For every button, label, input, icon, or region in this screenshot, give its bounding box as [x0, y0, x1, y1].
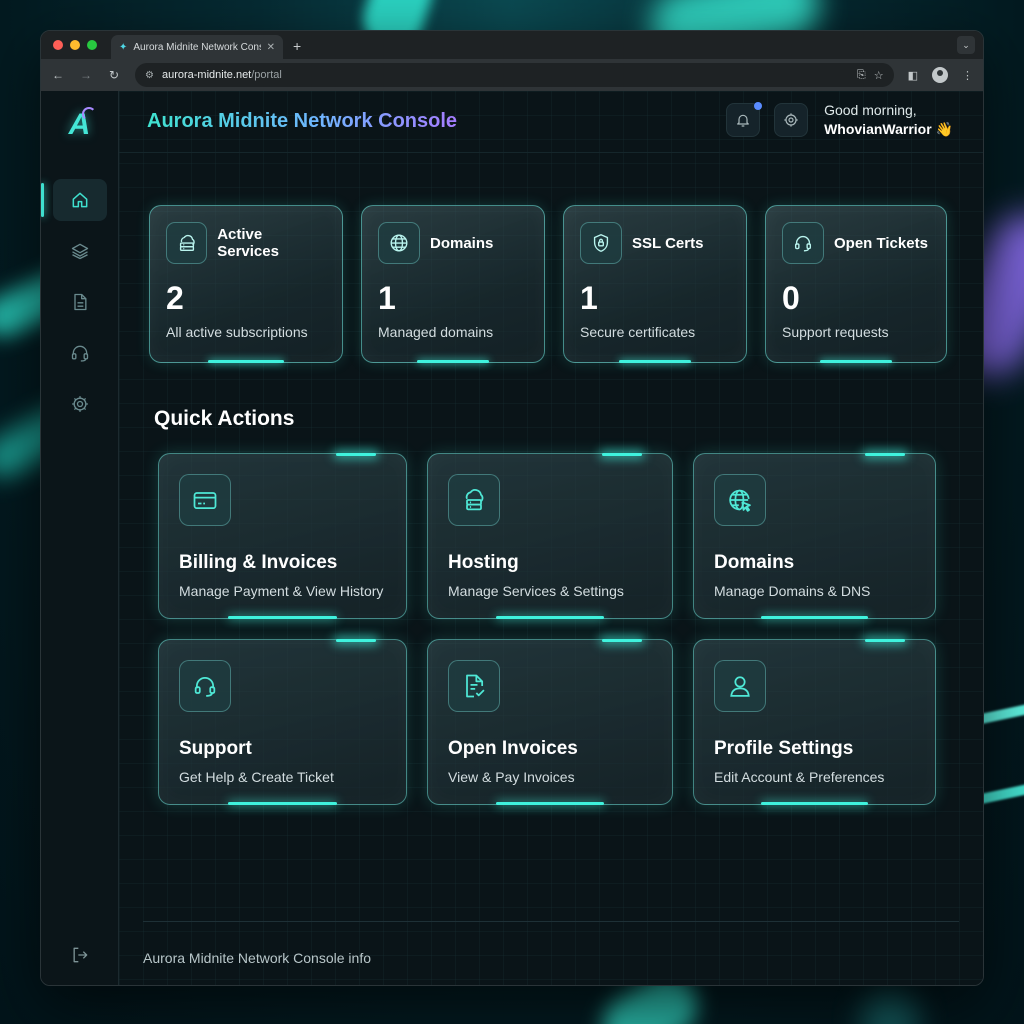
bell-icon [737, 114, 750, 127]
close-tab-icon[interactable]: ✕ [267, 42, 275, 53]
settings-button[interactable] [774, 103, 809, 137]
user-greeting: Good morning, WhovianWarrior 👋 [824, 101, 953, 139]
address-bar[interactable]: ⚙ aurora-midnite.net/portal ⎘ ☆ [135, 63, 894, 87]
app-logo-icon: A [69, 105, 97, 145]
action-subtitle: View & Pay Invoices [448, 769, 575, 785]
more-menu-icon[interactable]: ⋮ [962, 69, 973, 82]
quick-actions-grid: Billing & Invoices Manage Payment & View… [158, 453, 936, 805]
stat-card-active-services[interactable]: Active Services 2 All active subscriptio… [149, 205, 343, 363]
sidebar-item-support[interactable] [53, 332, 107, 374]
stat-label: SSL Certs [632, 234, 704, 252]
install-app-icon[interactable]: ⎘ [857, 69, 866, 82]
stat-subtitle: All active subscriptions [166, 324, 308, 340]
new-tab-icon[interactable]: + [293, 35, 301, 59]
action-card-hosting[interactable]: Hosting Manage Services & Settings [427, 453, 673, 619]
footer-divider [143, 921, 959, 922]
action-card-domains[interactable]: Domains Manage Domains & DNS [693, 453, 936, 619]
action-subtitle: Manage Domains & DNS [714, 583, 871, 599]
window-controls [53, 31, 97, 59]
app-header: Aurora Midnite Network Console Good morn… [119, 91, 983, 153]
sidebar-item-home[interactable] [41, 179, 107, 221]
close-window-button[interactable] [53, 40, 63, 50]
sidebar-item-settings[interactable] [53, 383, 107, 425]
action-title: Support [179, 738, 252, 759]
stat-label: Active Services [217, 226, 279, 260]
stat-subtitle: Support requests [782, 324, 889, 340]
minimize-window-button[interactable] [70, 40, 80, 50]
greeting-text: Good morning, [824, 102, 917, 118]
home-icon [72, 192, 87, 208]
cloud-server-icon [166, 222, 208, 264]
footer-info-link[interactable]: Aurora Midnite Network Console info [143, 950, 371, 966]
browser-window: ✦ Aurora Midnite Network Cons ✕ + ⌄ ← → … [40, 30, 984, 986]
tab-search-icon[interactable]: ⌄ [957, 36, 975, 54]
stat-value: 1 [378, 280, 396, 316]
action-subtitle: Get Help & Create Ticket [179, 769, 334, 785]
tab-bar: ✦ Aurora Midnite Network Cons ✕ + ⌄ [41, 31, 983, 59]
globe-icon [378, 222, 420, 264]
headset-icon [179, 660, 231, 712]
action-card-open-invoices[interactable]: Open Invoices View & Pay Invoices [427, 639, 673, 805]
forward-icon[interactable]: → [79, 68, 93, 82]
stat-subtitle: Secure certificates [580, 324, 696, 340]
cloud-server-icon [448, 474, 500, 526]
sidebar-item-documents[interactable] [53, 281, 107, 323]
document-icon [73, 293, 86, 311]
stat-label: Open Tickets [834, 234, 928, 252]
url-path: /portal [251, 69, 282, 81]
action-title: Billing & Invoices [179, 552, 338, 573]
main-content: Aurora Midnite Network Console Good morn… [119, 91, 983, 985]
logout-icon[interactable] [70, 945, 90, 965]
sidebar: A [41, 91, 119, 985]
stat-card-domains[interactable]: Domains 1 Managed domains [361, 205, 545, 363]
action-title: Domains [714, 552, 795, 573]
action-title: Profile Settings [714, 738, 854, 759]
url-host: aurora-midnite.net [161, 69, 252, 81]
action-subtitle: Manage Payment & View History [179, 583, 384, 599]
side-panel-icon[interactable]: ◧ [908, 69, 918, 82]
stat-value: 1 [580, 280, 598, 316]
shield-lock-icon [580, 222, 622, 264]
app-container: A Aurora Midnite Network Console Good mo… [41, 91, 983, 985]
action-subtitle: Edit Account & Preferences [714, 769, 885, 785]
gear-icon [784, 113, 798, 127]
action-card-profile-settings[interactable]: Profile Settings Edit Account & Preferen… [693, 639, 936, 805]
stat-subtitle: Managed domains [378, 324, 494, 340]
stat-label: Domains [430, 234, 494, 252]
stat-card-open-tickets[interactable]: Open Tickets 0 Support requests [765, 205, 947, 363]
notifications-button[interactable] [726, 102, 763, 137]
headset-icon [71, 345, 88, 362]
user-name: WhovianWarrior 👋 [824, 121, 953, 137]
page-title: Aurora Midnite Network Console [147, 110, 458, 132]
stat-value: 0 [782, 280, 800, 316]
favicon-icon: ✦ [119, 41, 128, 53]
stats-row: Active Services 2 All active subscriptio… [149, 205, 947, 363]
profile-avatar-icon[interactable] [932, 67, 948, 83]
tab-title: Aurora Midnite Network Cons [133, 41, 261, 53]
globe-cursor-icon [714, 474, 766, 526]
back-icon[interactable]: ← [51, 68, 65, 82]
document-check-icon [448, 660, 500, 712]
site-info-icon[interactable]: ⚙ [145, 70, 154, 81]
layers-icon [71, 243, 88, 260]
action-subtitle: Manage Services & Settings [448, 583, 624, 599]
bookmark-star-icon[interactable]: ☆ [874, 69, 884, 82]
credit-card-icon [179, 474, 231, 526]
reload-icon[interactable]: ↻ [107, 68, 121, 82]
browser-toolbar: ← → ↻ ⚙ aurora-midnite.net/portal ⎘ ☆ ◧ … [41, 59, 983, 91]
notification-dot [754, 102, 763, 110]
user-icon [714, 660, 766, 712]
maximize-window-button[interactable] [87, 40, 97, 50]
browser-tab[interactable]: ✦ Aurora Midnite Network Cons ✕ [111, 35, 283, 59]
gear-icon [71, 396, 88, 412]
action-title: Hosting [448, 552, 519, 573]
stat-value: 2 [166, 280, 184, 316]
stat-card-ssl-certs[interactable]: SSL Certs 1 Secure certificates [563, 205, 747, 363]
headset-icon [782, 222, 824, 264]
quick-actions-heading: Quick Actions [154, 407, 295, 430]
action-card-billing[interactable]: Billing & Invoices Manage Payment & View… [158, 453, 407, 619]
action-card-support[interactable]: Support Get Help & Create Ticket [158, 639, 407, 805]
sidebar-item-services[interactable] [53, 230, 107, 272]
action-title: Open Invoices [448, 738, 578, 759]
